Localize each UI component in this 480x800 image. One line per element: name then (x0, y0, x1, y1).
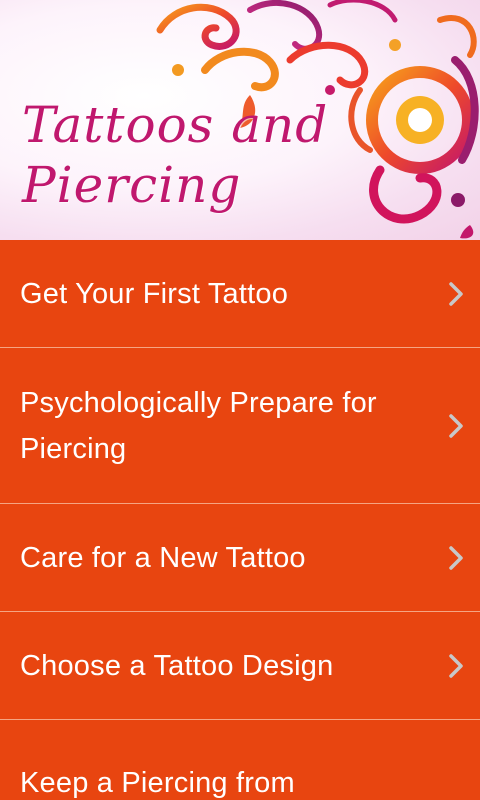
menu-item-first-tattoo[interactable]: Get Your First Tattoo (0, 240, 480, 348)
topics-menu: Get Your First Tattoo Psychologically Pr… (0, 240, 480, 800)
menu-item-label: Choose a Tattoo Design (20, 649, 334, 682)
menu-item-care-new-tattoo[interactable]: Care for a New Tattoo (0, 504, 480, 612)
menu-item-choose-design[interactable]: Choose a Tattoo Design (0, 612, 480, 720)
app-title-line-1: Tattoos and (22, 96, 329, 154)
app-title-line-2: Piercing (22, 156, 242, 214)
menu-item-prepare-piercing[interactable]: Psychologically Prepare for Piercing (0, 348, 480, 504)
chevron-right-icon (449, 545, 463, 570)
app-header: Tattoos and Piercing (0, 0, 480, 240)
menu-item-label: Get Your First Tattoo (20, 277, 289, 310)
menu-item-label: Psychologically Prepare for Piercing (20, 386, 377, 465)
chevron-right-icon (449, 281, 463, 306)
menu-item-keep-piercing[interactable]: Keep a Piercing from (0, 720, 480, 800)
chevron-right-icon (449, 653, 463, 678)
menu-item-label: Care for a New Tattoo (20, 541, 306, 574)
chevron-right-icon (449, 413, 463, 438)
menu-item-label: Keep a Piercing from (20, 767, 295, 799)
